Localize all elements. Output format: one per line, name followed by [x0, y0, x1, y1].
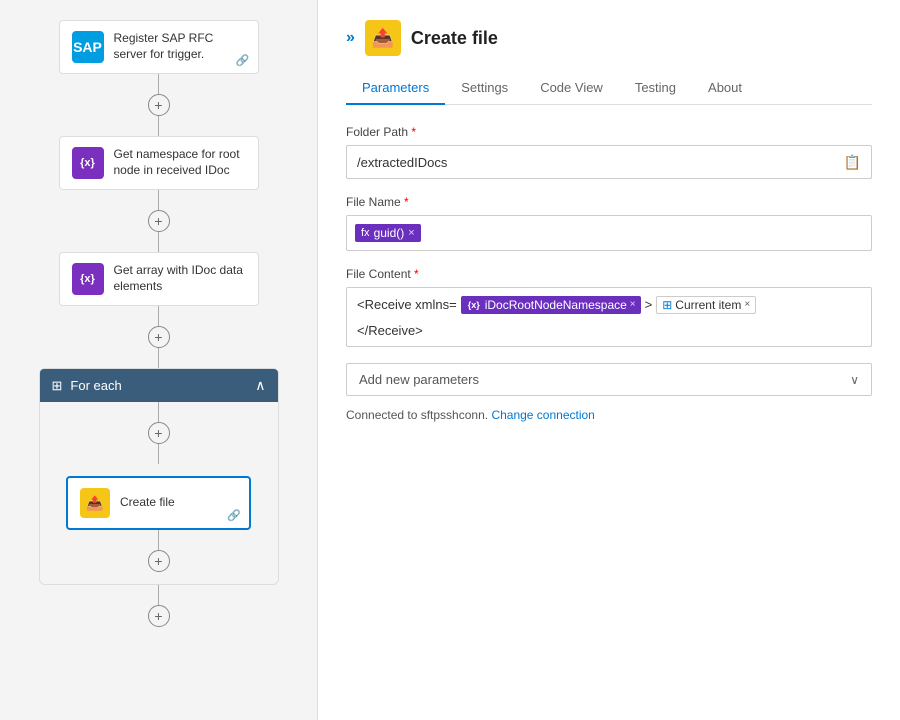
expand-button[interactable]: » — [346, 29, 355, 47]
create-file-link-icon: 🔗 — [227, 509, 241, 522]
tab-parameters[interactable]: Parameters — [346, 72, 445, 105]
foreach-label: For each — [70, 378, 121, 393]
idoc-namespace-text: iDocRootNodeNamespace — [485, 298, 627, 312]
var-icon: {x} — [466, 297, 482, 313]
tabs-bar: Parameters Settings Code View Testing Ab… — [346, 72, 872, 105]
folder-path-text-input[interactable] — [357, 155, 844, 170]
inner-line-1 — [158, 402, 159, 422]
connector-4: + — [148, 585, 170, 627]
line-2b — [158, 232, 159, 252]
foreach-header[interactable]: ⊞ For each ∧ — [40, 369, 278, 402]
get-array-card[interactable]: {x} Get array with IDoc data elements — [59, 252, 259, 306]
create-file-icon: 📤 — [80, 488, 110, 518]
line-2 — [158, 190, 159, 210]
connector-2: + — [148, 190, 170, 252]
foreach-header-left: ⊞ For each — [52, 378, 122, 394]
content-suffix-text: </Receive> — [357, 323, 423, 338]
purple-icon-2: {x} — [72, 263, 104, 295]
guid-token-close[interactable]: × — [408, 227, 414, 239]
connector-3: + — [148, 306, 170, 368]
create-file-card[interactable]: 📤 Create file 🔗 — [66, 476, 251, 530]
add-button-4[interactable]: + — [148, 605, 170, 627]
panel-title: Create file — [411, 28, 498, 49]
get-array-text: Get array with IDoc data elements — [114, 263, 246, 294]
sap-icon: SAP — [72, 31, 104, 63]
change-connection-link[interactable]: Change connection — [491, 408, 594, 422]
folder-path-input[interactable]: 📋 — [346, 145, 872, 179]
tab-testing[interactable]: Testing — [619, 72, 692, 105]
connection-info: Connected to sftpsshconn. Change connect… — [346, 408, 872, 422]
content-prefix-text: <Receive xmlns= — [357, 297, 457, 312]
link-icon: 🔗 — [236, 54, 250, 67]
create-file-text: Create file — [120, 495, 175, 511]
inner-line-1b — [158, 444, 159, 464]
current-item-icon: ⊞ — [662, 298, 672, 312]
current-item-text: Current item — [675, 298, 741, 312]
folder-path-group: Folder Path * 📋 — [346, 125, 872, 179]
get-namespace-card[interactable]: {x} Get namespace for root node in recei… — [59, 136, 259, 190]
panel-icon: 📤 — [365, 20, 401, 56]
line-4 — [158, 585, 159, 605]
folder-selector-icon[interactable]: 📋 — [844, 154, 861, 171]
line-1b — [158, 116, 159, 136]
add-button-3[interactable]: + — [148, 326, 170, 348]
foreach-collapse-icon[interactable]: ∧ — [255, 377, 265, 394]
tab-about[interactable]: About — [692, 72, 758, 105]
tab-code-view[interactable]: Code View — [524, 72, 619, 105]
idoc-namespace-close[interactable]: × — [630, 299, 636, 310]
register-sap-card[interactable]: SAP Register SAP RFC server for trigger.… — [59, 20, 259, 74]
file-name-token-container[interactable]: fx guid() × — [346, 215, 872, 251]
guid-token: fx guid() × — [355, 224, 421, 242]
foreach-grid-icon: ⊞ — [52, 378, 63, 394]
inner-add-button-2[interactable]: + — [148, 550, 170, 572]
panel-header: » 📤 Create file — [346, 20, 872, 56]
current-item-close[interactable]: × — [744, 299, 750, 310]
purple-icon-1: {x} — [72, 147, 104, 179]
inner-add-button-1[interactable]: + — [148, 422, 170, 444]
content-arrow: > — [645, 297, 653, 312]
line-3b — [158, 348, 159, 368]
foreach-container: ⊞ For each ∧ + 📤 Create file 🔗 + — [39, 368, 279, 585]
add-params-dropdown[interactable]: Add new parameters ∨ — [346, 363, 872, 396]
inner-connector-2: + — [148, 530, 170, 572]
file-content-field[interactable]: <Receive xmlns= {x} iDocRootNodeNamespac… — [346, 287, 872, 347]
inner-line-2 — [158, 530, 159, 550]
add-button-1[interactable]: + — [148, 94, 170, 116]
inner-connector-1: + — [148, 402, 170, 464]
left-panel: SAP Register SAP RFC server for trigger.… — [0, 0, 318, 720]
connector-1: + — [148, 74, 170, 136]
idoc-namespace-token: {x} iDocRootNodeNamespace × — [461, 296, 641, 314]
get-namespace-text: Get namespace for root node in received … — [114, 147, 246, 178]
register-sap-text: Register SAP RFC server for trigger. — [114, 31, 246, 62]
right-panel: » 📤 Create file Parameters Settings Code… — [318, 0, 900, 720]
current-item-token: ⊞ Current item × — [656, 296, 756, 314]
file-name-group: File Name * fx guid() × — [346, 195, 872, 251]
line-3 — [158, 306, 159, 326]
add-params-label: Add new parameters — [359, 372, 479, 387]
line-1 — [158, 74, 159, 94]
file-content-label: File Content * — [346, 267, 872, 281]
add-button-2[interactable]: + — [148, 210, 170, 232]
file-name-label: File Name * — [346, 195, 872, 209]
expr-icon: fx — [361, 227, 370, 239]
add-params-chevron-icon: ∨ — [850, 373, 859, 387]
folder-path-label: Folder Path * — [346, 125, 872, 139]
connection-prefix: Connected to sftpsshconn. — [346, 408, 488, 422]
file-content-group: File Content * <Receive xmlns= {x} iDocR… — [346, 267, 872, 347]
tab-settings[interactable]: Settings — [445, 72, 524, 105]
flow-container: SAP Register SAP RFC server for trigger.… — [10, 20, 307, 627]
guid-token-text: guid() — [374, 226, 405, 240]
